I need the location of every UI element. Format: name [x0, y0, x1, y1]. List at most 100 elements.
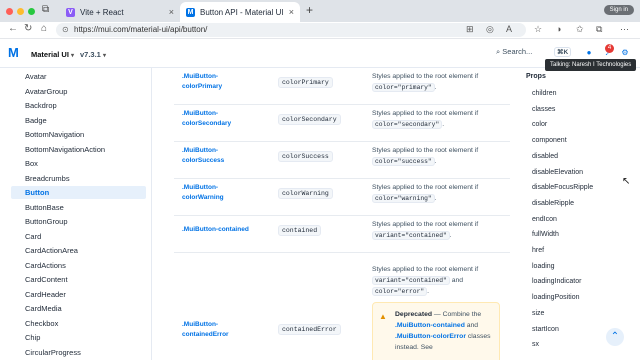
toc-item[interactable]: children — [532, 90, 557, 97]
sidebar-item[interactable]: CardMedia — [11, 302, 146, 315]
rule-name: colorSecondary — [278, 114, 341, 125]
sidebar-item[interactable]: Card — [11, 230, 146, 243]
browser-toolbar: ← ↻ ⌂ ⊙ https://mui.com/material-ui/api/… — [0, 22, 640, 39]
toc-item[interactable]: loadingPosition — [532, 294, 579, 301]
toc-item[interactable]: size — [532, 310, 544, 317]
deprecated-class-link[interactable]: .MuiButton-colorError — [395, 333, 466, 340]
sidebar-item[interactable]: ButtonBase — [11, 201, 146, 214]
class-name: .MuiButton-colorSuccess — [182, 147, 225, 164]
search-label: Search... — [502, 47, 533, 56]
sidebar-nav: Avatar AvatarGroup Backdrop Badge BottomNavi… — [0, 68, 152, 360]
mui-logo-icon[interactable]: M — [8, 46, 23, 59]
favorite-icon[interactable]: ☆ — [534, 24, 542, 35]
scroll-to-top-button[interactable]: ⌃ — [606, 328, 624, 346]
sidebar-item[interactable]: Chip — [11, 331, 146, 344]
sidebar-item[interactable]: CardActions — [11, 259, 146, 272]
product-switcher[interactable]: Material UI ▾ — [31, 50, 74, 59]
rule-description: Styles applied to the root element if co… — [372, 73, 479, 92]
deprecated-class-link[interactable]: .MuiButton-contained — [395, 322, 465, 329]
home-icon[interactable]: ⌂ — [41, 23, 47, 34]
toc-item[interactable]: loading — [532, 263, 555, 270]
address-url: https://mui.com/material-ui/api/button/ — [74, 25, 208, 34]
site-header: M Material UI ▾ v7.3.1 ▾ ⌕ Search... ⌘K … — [0, 40, 640, 68]
sidebar-item[interactable]: CardActionArea — [11, 244, 146, 257]
sidebar-item[interactable]: CardHeader — [11, 288, 146, 301]
sidebar-item[interactable]: BottomNavigation — [11, 128, 146, 141]
sidebar-item[interactable]: BottomNavigationAction — [11, 143, 146, 156]
table-row: .MuiButton-colorSuccess colorSuccess Style… — [174, 142, 510, 179]
mui-favicon-icon: M — [186, 7, 195, 17]
refresh-icon[interactable]: ↻ — [24, 23, 32, 34]
notification-badge: 4 — [605, 44, 614, 53]
sidebar-item[interactable]: Box — [11, 157, 146, 170]
rule-name: contained — [278, 225, 322, 236]
rule-description: Styles applied to the root element if co… — [372, 110, 479, 129]
tab-overview-icon[interactable]: ⧉ — [42, 4, 49, 15]
sidebar-item[interactable]: ButtonGroup — [11, 215, 146, 228]
toc-item[interactable]: classes — [532, 106, 555, 113]
rule-name: colorSuccess — [278, 151, 333, 162]
collections-icon[interactable]: ⧉ — [596, 24, 602, 35]
toc-item[interactable]: startIcon — [532, 326, 559, 333]
rule-description: Styles applied to the root element if va… — [372, 266, 479, 296]
sidebar-item[interactable]: Breadcrumbs — [11, 172, 146, 185]
more-options-icon[interactable]: ⋯ — [620, 24, 629, 35]
minimize-window-button[interactable] — [17, 8, 24, 15]
favorites-bar-icon[interactable]: ✩ — [576, 24, 584, 35]
rule-description: Styles applied to the root element if co… — [372, 147, 479, 166]
class-name: .MuiButton-colorWarning — [182, 184, 224, 201]
sidebar-item[interactable]: Badge — [11, 114, 146, 127]
toc-item[interactable]: href — [532, 247, 544, 254]
sign-in-button[interactable]: Sign in — [603, 5, 634, 15]
toc-item[interactable]: disabled — [532, 153, 558, 160]
close-tab-icon[interactable]: × — [169, 7, 174, 17]
table-row: .MuiButton-colorSecondary colorSecondary S… — [174, 105, 510, 142]
back-icon[interactable]: ← — [8, 23, 18, 34]
toc-item[interactable]: fullWidth — [532, 231, 559, 238]
table-row: .MuiButton-colorPrimary colorPrimary Style… — [174, 68, 510, 105]
browser-tab-mui[interactable]: M Button API - Material UI × — [180, 2, 300, 22]
class-name: .MuiButton-colorPrimary — [182, 73, 223, 90]
site-info-icon[interactable]: ⊙ — [62, 23, 69, 37]
sidebar-item[interactable]: CardContent — [11, 273, 146, 286]
toc-item[interactable]: endIcon — [532, 216, 557, 223]
sidebar-item[interactable]: CircularProgress — [11, 346, 146, 359]
search-icon: ⌕ — [496, 47, 501, 56]
deprecated-label: Deprecated — [395, 311, 433, 318]
install-app-icon[interactable]: ⊞ — [466, 24, 474, 35]
sidebar-item[interactable]: Backdrop — [11, 99, 146, 112]
browser-tab-label: Button API - Material UI — [200, 7, 284, 17]
browser-tab-vite[interactable]: V Vite + React × — [60, 2, 180, 22]
toc-item[interactable]: disableFocusRipple — [532, 184, 593, 191]
table-of-contents: Props children classes color component disab… — [520, 68, 640, 360]
table-row: .MuiButton-colorWarning colorWarning Style… — [174, 179, 510, 216]
warning-icon: ▲ — [379, 312, 387, 321]
maximize-window-button[interactable] — [28, 8, 35, 15]
toc-item[interactable]: sx — [532, 341, 539, 348]
toc-item[interactable]: disableElevation — [532, 169, 583, 176]
new-tab-button[interactable]: + — [306, 3, 313, 17]
version-switcher[interactable]: v7.3.1 ▾ — [80, 50, 106, 59]
copilot-icon[interactable]: ◑ — [556, 24, 561, 34]
toc-item[interactable]: color — [532, 121, 547, 128]
toc-item[interactable]: component — [532, 137, 567, 144]
browser-tab-strip: ⧉ V Vite + React × M Button API - Materi… — [0, 0, 640, 22]
toc-item[interactable]: disableRipple — [532, 200, 574, 207]
version-label: v7.3.1 — [80, 50, 101, 59]
reader-view-icon[interactable]: ◎ — [486, 24, 494, 35]
close-window-button[interactable] — [6, 8, 13, 15]
read-aloud-icon[interactable]: A — [506, 24, 512, 34]
table-row-error: .MuiButton-containedError containedError… — [174, 254, 510, 360]
address-bar[interactable]: ⊙ https://mui.com/material-ui/api/button… — [56, 23, 526, 37]
rule-name: colorPrimary — [278, 77, 333, 88]
sidebar-item[interactable]: Button — [11, 186, 146, 199]
settings-icon[interactable]: ⚙ — [620, 48, 630, 58]
close-tab-icon[interactable]: × — [289, 7, 294, 17]
github-icon[interactable]: ● — [584, 48, 594, 58]
class-name: .MuiButton-contained — [182, 226, 249, 233]
sidebar-item[interactable]: AvatarGroup — [11, 85, 146, 98]
sidebar-item[interactable]: Avatar — [11, 70, 146, 83]
chevron-down-icon: ▾ — [102, 53, 106, 59]
toc-item[interactable]: loadingIndicator — [532, 278, 581, 285]
sidebar-item[interactable]: Checkbox — [11, 317, 146, 330]
